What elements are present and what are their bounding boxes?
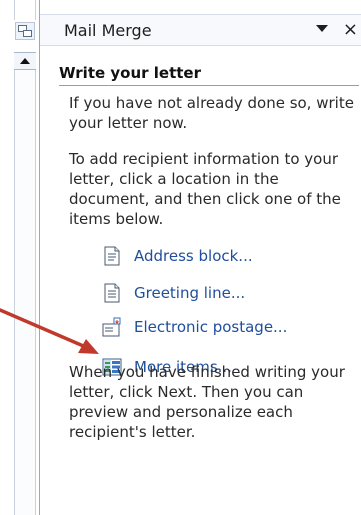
red-arrow-annotation bbox=[0, 308, 99, 354]
address-block-icon bbox=[102, 246, 122, 266]
triangle-up-icon bbox=[20, 58, 30, 64]
section-divider bbox=[59, 85, 359, 86]
pane-header: Mail Merge × bbox=[40, 14, 361, 46]
pane-title: Mail Merge bbox=[64, 21, 152, 40]
close-icon[interactable]: × bbox=[343, 19, 358, 40]
pane-options-dropdown-icon[interactable] bbox=[316, 25, 328, 32]
electronic-postage-link[interactable]: Electronic postage... bbox=[102, 316, 287, 338]
address-block-label[interactable]: Address block... bbox=[134, 247, 253, 265]
instructions-text: To add recipient information to your let… bbox=[69, 150, 341, 228]
intro-text: If you have not already done so, write y… bbox=[69, 94, 354, 132]
address-block-link[interactable]: Address block... bbox=[102, 245, 253, 267]
finish-text: When you have finished writing your lett… bbox=[69, 363, 345, 441]
scrollbar-top-edge bbox=[14, 0, 36, 20]
scroll-up-button[interactable] bbox=[14, 52, 36, 70]
section-title: Write your letter bbox=[59, 64, 201, 82]
document-edge bbox=[0, 0, 38, 515]
split-view-button[interactable] bbox=[15, 22, 35, 40]
greeting-line-link[interactable]: Greeting line... bbox=[102, 282, 245, 304]
greeting-line-label[interactable]: Greeting line... bbox=[134, 284, 245, 302]
mail-merge-pane: Mail Merge × Write your letter If you ha… bbox=[39, 0, 361, 515]
electronic-postage-label[interactable]: Electronic postage... bbox=[134, 318, 287, 336]
split-icon bbox=[18, 25, 32, 37]
